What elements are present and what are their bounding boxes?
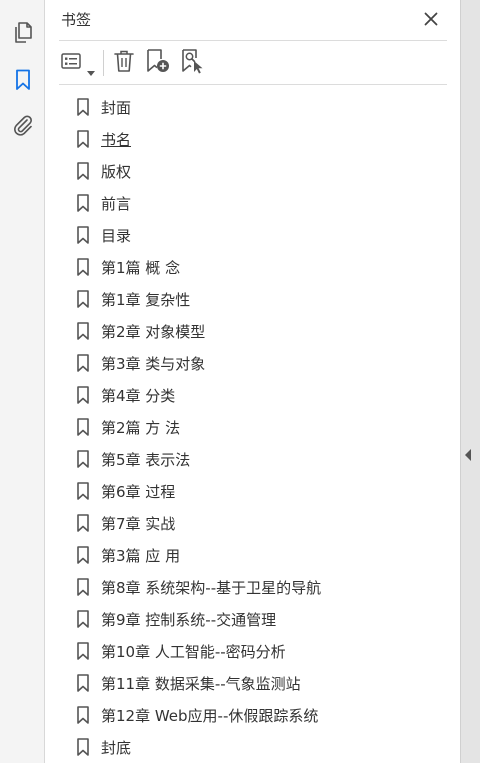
bookmark-item[interactable]: 第10章 人工智能--密码分析 (76, 636, 446, 666)
bookmark-label: 第9章 控制系统--交通管理 (101, 610, 277, 629)
collapse-pane-arrow-icon[interactable] (465, 449, 471, 461)
bookmark-icon (76, 130, 90, 148)
trash-icon (114, 49, 134, 77)
bookmark-item[interactable]: 前言 (76, 188, 446, 218)
bookmark-item[interactable]: 第1篇 概 念 (76, 252, 446, 282)
bookmark-item[interactable]: 第2章 对象模型 (76, 316, 446, 346)
bookmark-label: 封面 (101, 98, 132, 117)
bookmark-icon (76, 322, 90, 340)
panel-title: 书签 (61, 11, 92, 29)
bookmark-label: 第2篇 方 法 (101, 418, 181, 437)
bookmark-label: 目录 (101, 226, 132, 245)
bookmark-item[interactable]: 第11章 数据采集--气象监测站 (76, 668, 446, 698)
bookmark-label: 第10章 人工智能--密码分析 (101, 642, 286, 661)
bookmark-label: 第7章 实战 (101, 514, 176, 533)
options-menu-button[interactable] (60, 49, 96, 77)
bookmark-item[interactable]: 第3章 类与对象 (76, 348, 446, 378)
toolbar-separator (103, 50, 104, 76)
bookmark-icon (76, 290, 90, 308)
chevron-down-icon (87, 61, 95, 80)
attachments-icon[interactable] (9, 112, 37, 140)
bookmark-item[interactable]: 第9章 控制系统--交通管理 (76, 604, 446, 634)
divider (59, 84, 447, 85)
bookmark-item[interactable]: 书名 (76, 124, 446, 154)
bookmark-label: 第6章 过程 (101, 482, 176, 501)
new-bookmark-icon (145, 48, 171, 78)
bookmark-item[interactable]: 第8章 系统架构--基于卫星的导航 (76, 572, 446, 602)
bookmark-label: 第12章 Web应用--休假跟踪系统 (101, 706, 319, 725)
bookmark-item[interactable]: 第12章 Web应用--休假跟踪系统 (76, 700, 446, 730)
bookmark-label: 书名 (101, 130, 132, 149)
close-icon[interactable] (421, 9, 441, 29)
bookmark-icon (76, 546, 90, 564)
new-bookmark-button[interactable] (145, 49, 171, 77)
page-thumbnails-icon[interactable] (9, 19, 37, 47)
bookmark-item[interactable]: 第3篇 应 用 (76, 540, 446, 570)
bookmarks-icon[interactable] (9, 66, 37, 94)
bookmark-icon (76, 578, 90, 596)
bookmark-item[interactable]: 第5章 表示法 (76, 444, 446, 474)
bookmark-icon (76, 482, 90, 500)
bookmark-label: 第11章 数据采集--气象监测站 (101, 674, 301, 693)
bookmark-icon (76, 162, 90, 180)
bookmark-label: 版权 (101, 162, 132, 181)
bookmark-icon (76, 450, 90, 468)
bookmark-item[interactable]: 封面 (76, 92, 446, 122)
bookmark-label: 第1章 复杂性 (101, 290, 191, 309)
bookmark-item[interactable]: 第6章 过程 (76, 476, 446, 506)
bookmark-icon (76, 98, 90, 116)
bookmark-label: 第5章 表示法 (101, 450, 191, 469)
bookmark-item[interactable]: 版权 (76, 156, 446, 186)
bookmark-label: 封底 (101, 738, 132, 757)
bookmark-item[interactable]: 第2篇 方 法 (76, 412, 446, 442)
bookmark-label: 第3篇 应 用 (101, 546, 181, 565)
bookmark-icon (76, 354, 90, 372)
bookmark-label: 第8章 系统架构--基于卫星的导航 (101, 578, 322, 597)
pane-collapse-strip[interactable] (460, 0, 480, 763)
delete-bookmark-button[interactable] (112, 49, 136, 77)
navigation-rail (0, 0, 45, 763)
bookmark-icon (76, 642, 90, 660)
bookmark-icon (76, 258, 90, 276)
bookmark-label: 第3章 类与对象 (101, 354, 206, 373)
bookmark-item[interactable]: 封底 (76, 732, 446, 762)
bookmark-icon (76, 706, 90, 724)
bookmark-icon (76, 738, 90, 756)
bookmark-label: 前言 (101, 194, 132, 213)
bookmark-label: 第1篇 概 念 (101, 258, 181, 277)
divider (59, 40, 447, 41)
bookmark-item[interactable]: 第4章 分类 (76, 380, 446, 410)
bookmark-item[interactable]: 目录 (76, 220, 446, 250)
bookmarks-panel: 书签 封面 书名 版权 前言 目录 第1篇 概 念 第1章 复杂性 第2章 对象… (45, 0, 460, 763)
bookmark-icon (76, 514, 90, 532)
bookmark-label: 第4章 分类 (101, 386, 176, 405)
bookmark-label: 第2章 对象模型 (101, 322, 206, 341)
bookmark-icon (76, 674, 90, 692)
bookmark-icon (76, 386, 90, 404)
find-current-bookmark-icon (180, 48, 206, 78)
bookmark-icon (76, 418, 90, 436)
bookmark-icon (76, 194, 90, 212)
bookmark-icon (76, 226, 90, 244)
bookmark-icon (76, 610, 90, 628)
bookmark-item[interactable]: 第1章 复杂性 (76, 284, 446, 314)
bookmark-item[interactable]: 第7章 实战 (76, 508, 446, 538)
find-current-bookmark-button[interactable] (180, 49, 206, 77)
